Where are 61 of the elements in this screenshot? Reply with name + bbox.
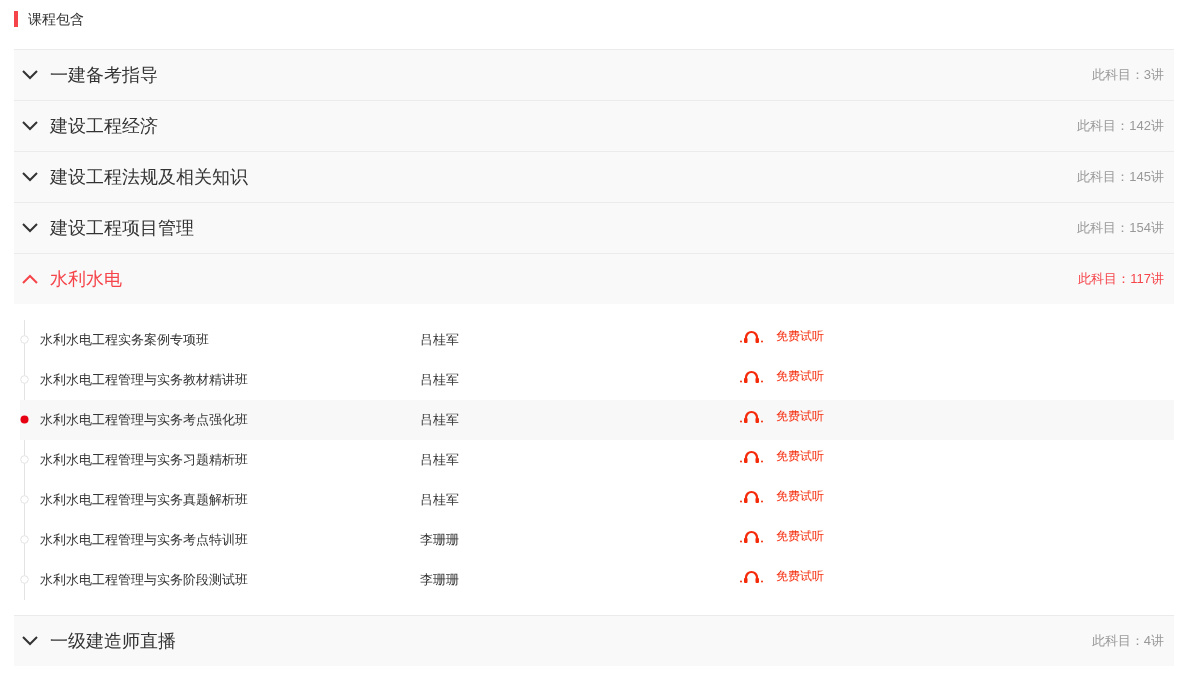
teacher-name: 吕桂军: [420, 451, 460, 470]
lesson-title: 水利水电工程管理与实务考点强化班: [40, 411, 249, 430]
section-title: 课程包含: [28, 10, 84, 28]
subject-header[interactable]: 一建备考指导 此科目：3讲: [14, 49, 1174, 100]
lesson-row[interactable]: 水利水电工程实务案例专项班 吕桂军 免费试听: [20, 320, 1174, 360]
lesson-title: 水利水电工程管理与实务阶段测试班: [40, 571, 249, 590]
teacher-name: 李珊珊: [420, 531, 460, 550]
lesson-title: 水利水电工程管理与实务考点特训班: [40, 531, 249, 550]
free-trial-link[interactable]: 免费试听: [740, 567, 824, 585]
free-trial-link[interactable]: 免费试听: [740, 367, 824, 385]
headphones-icon: [740, 489, 763, 503]
subject-title: 建设工程经济: [50, 115, 158, 138]
headphones-icon: [740, 569, 763, 583]
chevron-down-icon: [22, 223, 38, 233]
headphones-icon: [740, 449, 763, 463]
teacher-name: 吕桂军: [420, 491, 460, 510]
subject-header[interactable]: 一级建造师直播 此科目：4讲: [14, 615, 1174, 666]
accent-bar: [14, 11, 18, 27]
subject-header[interactable]: 水利水电 此科目：117讲: [14, 253, 1174, 304]
free-trial-link[interactable]: 免费试听: [740, 527, 824, 545]
chevron-down-icon: [22, 636, 38, 646]
lesson-row[interactable]: 水利水电工程管理与实务考点特训班 李珊珊 免费试听: [20, 520, 1174, 560]
subject-header[interactable]: 建设工程经济 此科目：142讲: [14, 100, 1174, 151]
free-trial-link[interactable]: 免费试听: [740, 327, 824, 345]
chevron-down-icon: [22, 121, 38, 131]
lesson-title: 水利水电工程实务案例专项班: [40, 331, 210, 350]
teacher-name: 吕桂军: [420, 411, 460, 430]
headphones-icon: [740, 409, 763, 423]
headphones-icon: [740, 369, 763, 383]
chevron-down-icon: [22, 70, 38, 80]
lesson-count: 此科目：4讲: [1091, 632, 1164, 651]
subject-title: 建设工程法规及相关知识: [50, 166, 248, 189]
teacher-name: 吕桂军: [420, 371, 460, 390]
lesson-row[interactable]: 水利水电工程管理与实务阶段测试班 李珊珊 免费试听: [20, 560, 1174, 600]
subject-title: 一建备考指导: [50, 64, 158, 87]
teacher-name: 吕桂军: [420, 331, 460, 350]
free-trial-link[interactable]: 免费试听: [740, 487, 824, 505]
subject-title: 建设工程项目管理: [50, 217, 194, 240]
lesson-count: 此科目：145讲: [1077, 168, 1164, 187]
chevron-up-icon: [22, 274, 38, 284]
subject-header[interactable]: 建设工程项目管理 此科目：154讲: [14, 202, 1174, 253]
lesson-row[interactable]: 水利水电工程管理与实务教材精讲班 吕桂军 免费试听: [20, 360, 1174, 400]
free-trial-link[interactable]: 免费试听: [740, 407, 824, 425]
subject-title: 一级建造师直播: [50, 630, 176, 653]
subject-header[interactable]: 建设工程法规及相关知识 此科目：145讲: [14, 151, 1174, 202]
chevron-down-icon: [22, 172, 38, 182]
headphones-icon: [740, 329, 763, 343]
teacher-name: 李珊珊: [420, 571, 460, 590]
lesson-count: 此科目：142讲: [1077, 117, 1164, 136]
lesson-row[interactable]: 水利水电工程管理与实务习题精析班 吕桂军 免费试听: [20, 440, 1174, 480]
lesson-count: 此科目：117讲: [1078, 270, 1164, 289]
lesson-row[interactable]: 水利水电工程管理与实务真题解析班 吕桂军 免费试听: [20, 480, 1174, 520]
lesson-title: 水利水电工程管理与实务教材精讲班: [40, 371, 249, 390]
lesson-title: 水利水电工程管理与实务真题解析班: [40, 491, 249, 510]
subject-title: 水利水电: [50, 268, 122, 291]
lesson-row[interactable]: 水利水电工程管理与实务考点强化班 吕桂军 免费试听: [20, 400, 1174, 440]
lesson-count: 此科目：154讲: [1077, 219, 1164, 238]
headphones-icon: [740, 529, 763, 543]
lesson-title: 水利水电工程管理与实务习题精析班: [40, 451, 249, 470]
free-trial-link[interactable]: 免费试听: [740, 447, 824, 465]
lesson-count: 此科目：3讲: [1091, 66, 1164, 85]
